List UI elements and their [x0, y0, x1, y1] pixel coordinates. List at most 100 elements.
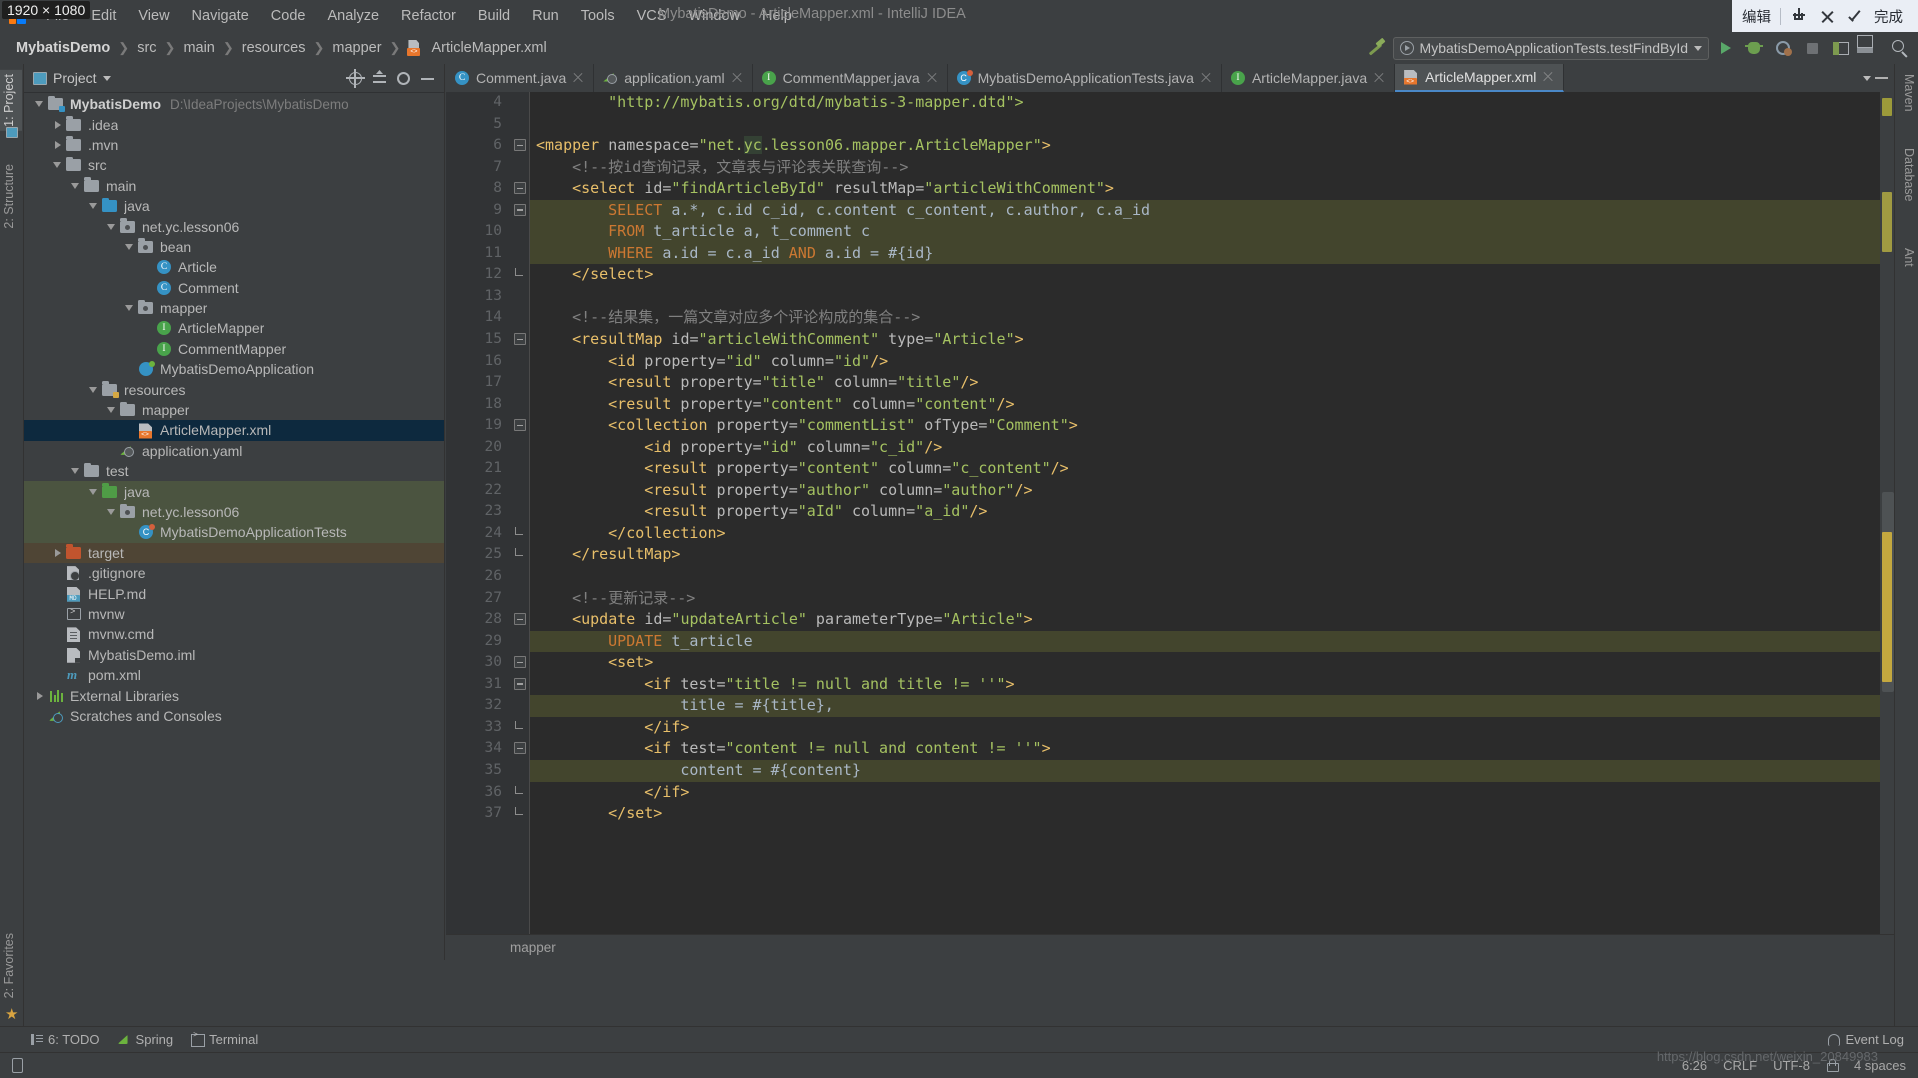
- tree-node-.idea[interactable]: .idea: [24, 114, 444, 134]
- gear-icon[interactable]: [393, 68, 414, 89]
- chevron-down-icon[interactable]: [86, 380, 101, 400]
- fold-collapse-icon[interactable]: [514, 333, 526, 346]
- sidebar-item-favorites[interactable]: 2: Favorites: [0, 929, 22, 1002]
- coverage-icon[interactable]: [1770, 35, 1796, 61]
- tree-node-help.md[interactable]: HELP.md: [24, 583, 444, 603]
- chevron-right-icon[interactable]: [50, 115, 65, 135]
- close-icon[interactable]: [926, 72, 938, 84]
- menu-item-navigate[interactable]: Navigate: [181, 3, 260, 29]
- tree-node-mapper[interactable]: mapper: [24, 298, 444, 318]
- tree-node-.gitignore[interactable]: .gitignore: [24, 563, 444, 583]
- tree-node-mybatisdemoapplication[interactable]: MybatisDemoApplication: [24, 359, 444, 379]
- sidebar-item-project[interactable]: 1: Project: [0, 70, 22, 131]
- tree-node-mvnw.cmd[interactable]: mvnw.cmd: [24, 624, 444, 644]
- check-icon[interactable]: [1846, 7, 1865, 26]
- tree-node-.mvn[interactable]: .mvn: [24, 135, 444, 155]
- file-encoding[interactable]: UTF-8: [1773, 1058, 1810, 1073]
- tree-node-bean[interactable]: bean: [24, 237, 444, 257]
- indent-setting[interactable]: 4 spaces: [1854, 1058, 1906, 1073]
- sidebar-item-database[interactable]: Database: [1896, 144, 1918, 206]
- chevron-right-icon[interactable]: [50, 543, 65, 563]
- chevron-down-icon[interactable]: [104, 502, 119, 522]
- download-icon[interactable]: [1790, 7, 1809, 26]
- breadcrumb-segment-resources[interactable]: resources: [237, 39, 311, 57]
- event-log-button[interactable]: Event Log: [1828, 1032, 1904, 1047]
- tree-node-mybatisdemo.iml[interactable]: MybatisDemo.iml: [24, 645, 444, 665]
- fold-end-icon[interactable]: [514, 807, 526, 819]
- fold-end-icon[interactable]: [514, 720, 526, 733]
- chevron-down-icon[interactable]: [86, 196, 101, 216]
- menu-item-analyze[interactable]: Analyze: [316, 3, 390, 29]
- debug-icon[interactable]: [1741, 35, 1767, 61]
- breadcrumb-segment-main[interactable]: main: [178, 39, 219, 57]
- tree-node-mapper[interactable]: mapper: [24, 400, 444, 420]
- editor-tab-commentmapper-java[interactable]: I CommentMapper.java: [753, 64, 948, 92]
- chevron-down-icon[interactable]: [1863, 75, 1871, 81]
- tree-node-application.yaml[interactable]: application.yaml: [24, 441, 444, 461]
- menu-item-code[interactable]: Code: [260, 3, 317, 29]
- tree-node-net.yc.lesson06[interactable]: net.yc.lesson06: [24, 501, 444, 523]
- code-editor[interactable]: 4 "http://mybatis.org/dtd/mybatis-3-mappe…: [446, 92, 1894, 934]
- layout2-icon[interactable]: [1857, 35, 1883, 61]
- sidebar-item-ant[interactable]: Ant: [1896, 244, 1918, 271]
- collapse-all-icon[interactable]: [369, 68, 390, 89]
- editor-tab-application-yaml[interactable]: application.yaml: [594, 64, 753, 92]
- fold-end-icon[interactable]: [514, 548, 526, 560]
- tree-node-main[interactable]: main: [24, 176, 444, 196]
- tool-window-terminal[interactable]: Terminal: [191, 1031, 258, 1047]
- breadcrumb-segment-mapper[interactable]: mapper: [327, 39, 386, 57]
- editor-tab-mybatisdemoapplicationtests-java[interactable]: C MybatisDemoApplicationTests.java: [948, 64, 1222, 92]
- breadcrumb-project[interactable]: MybatisDemo: [11, 39, 115, 57]
- build-icon[interactable]: [1364, 35, 1390, 61]
- tree-node-java[interactable]: java: [24, 481, 444, 502]
- run-configuration-selector[interactable]: MybatisDemoApplicationTests.testFindById: [1392, 36, 1709, 60]
- tree-node-articlemapper[interactable]: I ArticleMapper: [24, 318, 444, 338]
- chevron-right-icon[interactable]: [32, 686, 47, 706]
- tree-node-resources[interactable]: resources: [24, 379, 444, 399]
- chevron-down-icon[interactable]: [102, 75, 111, 81]
- hide-icon[interactable]: [1875, 77, 1888, 79]
- editor-tab-articlemapper-xml[interactable]: ArticleMapper.xml: [1395, 64, 1565, 92]
- close-icon[interactable]: [572, 72, 584, 84]
- tree-node-java[interactable]: java: [24, 196, 444, 216]
- line-separator[interactable]: CRLF: [1723, 1058, 1757, 1073]
- fold-collapse-icon[interactable]: [514, 419, 526, 432]
- tree-node-src[interactable]: src: [24, 155, 444, 175]
- fold-end-icon[interactable]: [514, 526, 526, 539]
- fold-collapse-icon[interactable]: [514, 203, 526, 216]
- menu-item-build[interactable]: Build: [467, 3, 521, 29]
- sidebar-item-maven[interactable]: Maven: [1896, 70, 1918, 116]
- chevron-down-icon[interactable]: [50, 155, 65, 175]
- menu-item-refactor[interactable]: Refactor: [390, 3, 467, 29]
- chevron-down-icon[interactable]: [104, 217, 119, 237]
- tree-node-articlemapper.xml[interactable]: ArticleMapper.xml: [24, 420, 444, 441]
- capture-edit-label[interactable]: 编辑: [1742, 6, 1771, 27]
- close-icon[interactable]: [1373, 72, 1385, 84]
- chevron-down-icon[interactable]: [104, 400, 119, 420]
- tree-node-mvnw[interactable]: mvnw: [24, 604, 444, 624]
- fold-collapse-icon[interactable]: [514, 182, 526, 195]
- fold-end-icon[interactable]: [514, 268, 526, 280]
- breadcrumb-segment-src[interactable]: src: [132, 39, 161, 57]
- sidebar-item-structure[interactable]: 2: Structure: [0, 160, 22, 233]
- tree-node-article[interactable]: C Article: [24, 257, 444, 277]
- capture-done-label[interactable]: 完成: [1874, 6, 1903, 27]
- memory-indicator-icon[interactable]: [12, 1058, 23, 1073]
- tree-node-mybatisdemo[interactable]: MybatisDemo D:\IdeaProjects\MybatisDemo: [24, 94, 444, 114]
- close-icon[interactable]: [1200, 72, 1212, 84]
- editor-marker-bar[interactable]: [1880, 92, 1894, 934]
- tree-node-test[interactable]: test: [24, 461, 444, 481]
- menu-item-view[interactable]: View: [127, 3, 180, 29]
- caret-position[interactable]: 6:26: [1682, 1058, 1707, 1073]
- close-icon[interactable]: [1818, 7, 1837, 26]
- tree-node-commentmapper[interactable]: I CommentMapper: [24, 339, 444, 359]
- tree-node-external-libraries[interactable]: External Libraries: [24, 685, 444, 705]
- lock-icon[interactable]: [1826, 1059, 1839, 1072]
- breadcrumb-file[interactable]: ArticleMapper.xml: [426, 39, 551, 57]
- run-icon[interactable]: [1712, 35, 1738, 61]
- tool-window-todo[interactable]: 6: TODO: [30, 1032, 100, 1047]
- fold-collapse-icon[interactable]: [514, 656, 526, 669]
- hide-icon[interactable]: [417, 68, 438, 89]
- chevron-down-icon[interactable]: [32, 94, 47, 114]
- close-icon[interactable]: [731, 72, 743, 84]
